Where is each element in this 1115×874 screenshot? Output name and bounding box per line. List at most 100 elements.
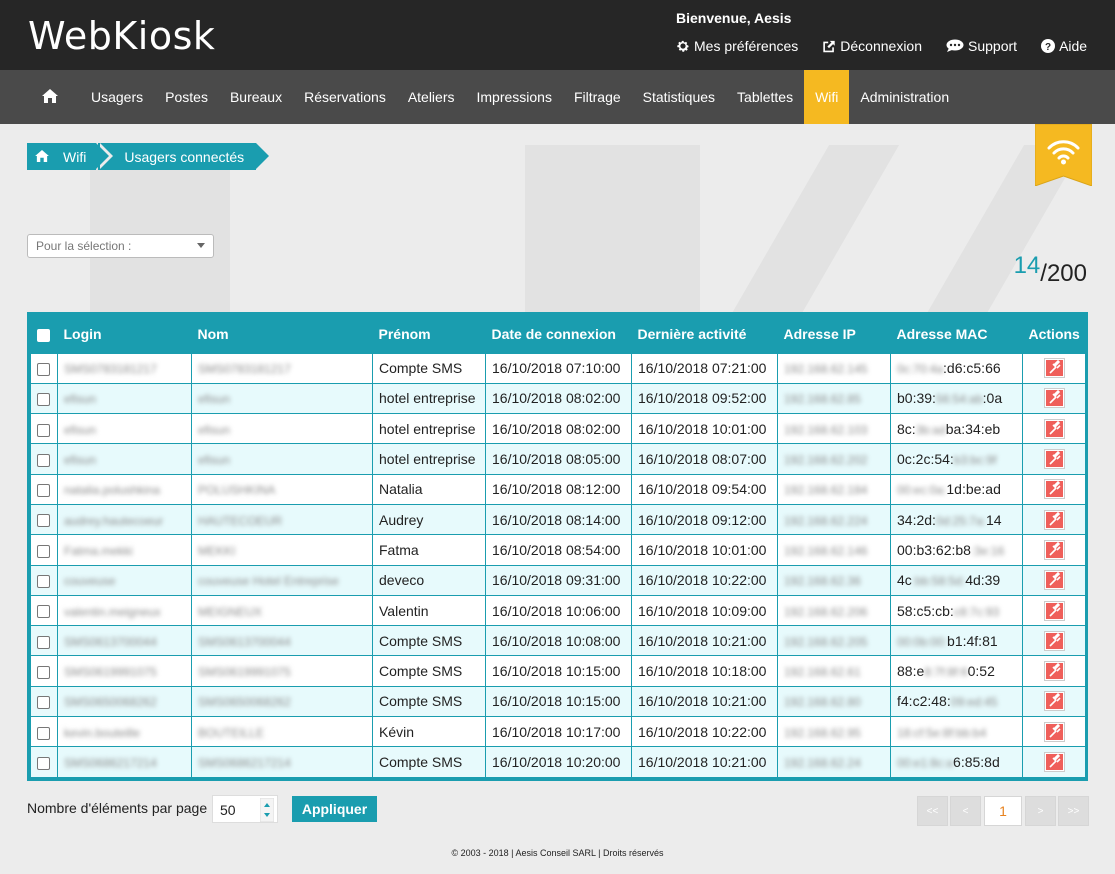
per-page-input[interactable]: 50 — [212, 795, 278, 823]
disconnect-icon[interactable] — [1043, 752, 1065, 772]
mac-hidden-part: 00:ec:0a: — [897, 483, 947, 498]
row-checkbox[interactable] — [37, 453, 50, 467]
nav-impressions[interactable]: Impressions — [466, 70, 563, 124]
nom-value: MEIGNEUX — [198, 604, 263, 619]
disconnect-icon[interactable] — [1043, 570, 1065, 591]
col-date-connexion[interactable]: Date de connexion — [485, 315, 632, 353]
table-row[interactable]: SMS0783181217 SMS0783181217 Compte SMS 16/1… — [30, 352, 1086, 384]
disconnect-icon[interactable] — [1043, 630, 1065, 651]
page-prev-button[interactable]: < — [950, 796, 981, 826]
table-row[interactable]: efisun efisun hotel entreprise 16/10/2018 0… — [30, 382, 1086, 415]
cell-nom: efisun — [191, 382, 373, 415]
table-row[interactable]: efisun efisun hotel entreprise 16/10/2018 0… — [30, 443, 1086, 475]
disconnect-icon[interactable] — [1043, 691, 1065, 712]
mac-hidden-part: :bb:58:5d: — [911, 574, 966, 589]
table-row[interactable]: SMS0613700044 SMS0613700044 Compte SMS 16/1… — [30, 625, 1086, 657]
row-checkbox[interactable] — [37, 393, 50, 407]
col-prenom[interactable]: Prénom — [372, 315, 486, 353]
breadcrumb-wifi[interactable]: Wifi — [27, 143, 114, 170]
preferences-link[interactable]: Mes préférences — [676, 38, 798, 54]
disconnect-icon[interactable] — [1043, 358, 1065, 379]
nav-ateliers[interactable]: Ateliers — [397, 70, 466, 124]
row-checkbox[interactable] — [37, 514, 50, 528]
cell-mac: f4:c2:48:09:ed:45 — [890, 685, 1023, 718]
disconnect-icon[interactable] — [1043, 539, 1065, 560]
nom-value: couveuse Hotel Entreprise — [198, 574, 339, 589]
table-row[interactable]: kevin.bouteille BOUTEILLE Kévin 16/10/2018 … — [30, 716, 1086, 748]
table-row[interactable]: valentin.meigneux MEIGNEUX Valentin 16/10/2… — [30, 594, 1086, 627]
row-checkbox[interactable] — [37, 696, 50, 710]
col-derniere-activite[interactable]: Dernière activité — [631, 315, 778, 353]
disconnect-icon[interactable] — [1043, 449, 1065, 470]
page-next-button[interactable]: > — [1025, 796, 1056, 826]
col-adresse-ip[interactable]: Adresse IP — [777, 315, 891, 353]
cell-ip: 192.168.62.61 — [777, 655, 891, 687]
nav-filtrage[interactable]: Filtrage — [563, 70, 632, 124]
nav-bureaux[interactable]: Bureaux — [219, 70, 293, 124]
cell-mac: 34:2d:0d:25:7a:14 — [890, 503, 1023, 536]
app-logo[interactable]: WebKiosk — [28, 14, 215, 58]
nav-home[interactable] — [30, 70, 80, 124]
cell-derniere-activite: 16/10/2018 08:07:00 — [631, 443, 778, 475]
nav-statistiques[interactable]: Statistiques — [632, 70, 726, 124]
row-checkbox[interactable] — [37, 726, 50, 740]
page-last-button[interactable]: >> — [1058, 796, 1089, 826]
select-all-cell — [30, 315, 58, 353]
cell-actions — [1022, 655, 1086, 687]
apply-button[interactable]: Appliquer — [292, 796, 377, 822]
table-row[interactable]: SMS0686217214 SMS0686217214 Compte SMS 16/1… — [30, 746, 1086, 778]
cell-date-connexion: 16/10/2018 08:14:00 — [485, 503, 632, 536]
ip-value: 192.168.62.103 — [784, 422, 868, 437]
row-select-cell — [30, 382, 58, 415]
disconnect-icon[interactable] — [1043, 388, 1065, 409]
nav-tablettes[interactable]: Tablettes — [726, 70, 804, 124]
stepper-icon[interactable] — [259, 797, 275, 823]
col-nom[interactable]: Nom — [191, 315, 373, 353]
login-value: SMS0783181217 — [64, 362, 157, 377]
page-current[interactable]: 1 — [984, 796, 1022, 826]
table-row[interactable]: SMS0619991075 SMS0619991075 Compte SMS 16/1… — [30, 655, 1086, 687]
nav-administration[interactable]: Administration — [849, 70, 960, 124]
selection-action-select[interactable]: Pour la sélection : — [27, 234, 214, 258]
nom-value: efisun — [198, 392, 231, 407]
logout-link[interactable]: Déconnexion — [822, 38, 922, 54]
nav-reservations[interactable]: Réservations — [293, 70, 397, 124]
cell-date-connexion: 16/10/2018 08:12:00 — [485, 473, 632, 505]
row-checkbox[interactable] — [37, 575, 50, 589]
row-checkbox[interactable] — [37, 756, 50, 770]
table-row[interactable]: couveuse couveuse Hotel Entreprise deveco 1… — [30, 564, 1086, 596]
disconnect-icon[interactable] — [1043, 418, 1065, 439]
row-checkbox[interactable] — [37, 665, 50, 679]
cell-actions — [1022, 352, 1086, 384]
row-checkbox[interactable] — [37, 362, 50, 376]
nav-postes[interactable]: Postes — [154, 70, 219, 124]
page-first-button[interactable]: << — [917, 796, 948, 826]
row-checkbox[interactable] — [37, 635, 50, 649]
help-label: Aide — [1059, 38, 1088, 54]
nav-wifi[interactable]: Wifi — [804, 70, 850, 124]
help-link[interactable]: ? Aide — [1041, 38, 1087, 54]
disconnect-icon[interactable] — [1043, 600, 1065, 621]
table-row[interactable]: Fatma.mekki MEKKI Fatma 16/10/2018 08:54:00… — [30, 534, 1086, 566]
cell-derniere-activite: 16/10/2018 10:21:00 — [631, 685, 778, 718]
disconnect-icon[interactable] — [1043, 509, 1065, 530]
row-checkbox[interactable] — [37, 484, 50, 498]
cell-prenom: Natalia — [372, 473, 486, 505]
row-checkbox[interactable] — [37, 423, 50, 437]
table-row[interactable]: efisun efisun hotel entreprise 16/10/2018 0… — [30, 413, 1086, 445]
col-login[interactable]: Login — [57, 315, 192, 353]
support-link[interactable]: Support — [946, 38, 1017, 54]
nav-usagers[interactable]: Usagers — [80, 70, 154, 124]
select-all-checkbox[interactable] — [36, 328, 50, 342]
disconnect-icon[interactable] — [1043, 721, 1065, 742]
external-link-icon — [822, 40, 836, 53]
row-checkbox[interactable] — [37, 544, 50, 558]
table-row[interactable]: audrey.hautecoeur HAUTECOEUR Audrey 16/10/2… — [30, 503, 1086, 536]
row-checkbox[interactable] — [37, 605, 50, 619]
welcome-text: Bienvenue, Aesis — [676, 10, 792, 26]
table-row[interactable]: natalia.polushkina POLUSHKINA Natalia 16/10… — [30, 473, 1086, 505]
disconnect-icon[interactable] — [1043, 479, 1065, 500]
table-row[interactable]: SMS0650068262 SMS0650068262 Compte SMS 16/1… — [30, 685, 1086, 718]
disconnect-icon[interactable] — [1043, 661, 1065, 682]
col-adresse-mac[interactable]: Adresse MAC — [890, 315, 1023, 353]
